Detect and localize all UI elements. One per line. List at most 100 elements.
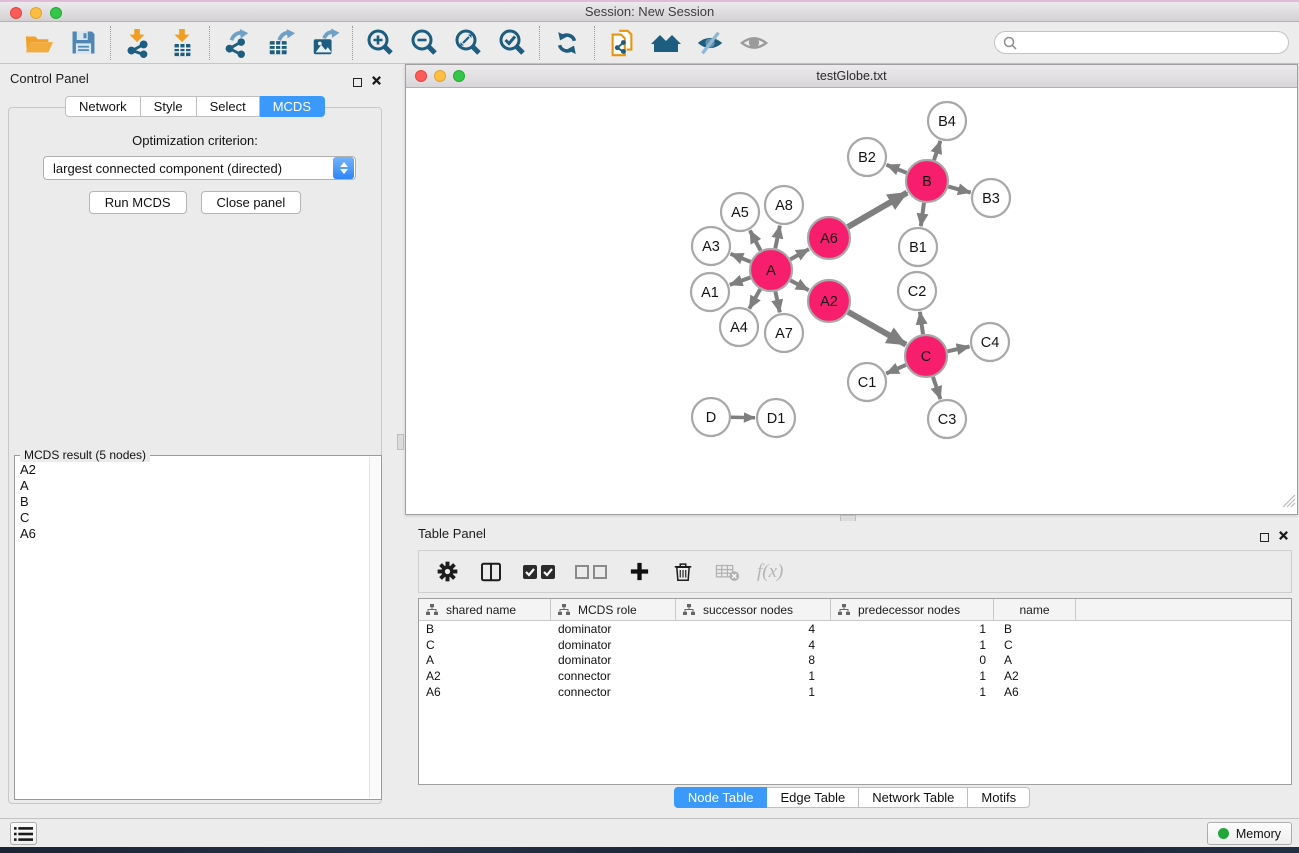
table-cell[interactable]: 4 bbox=[676, 621, 831, 637]
settings-gear-icon[interactable] bbox=[433, 558, 461, 586]
save-session-icon[interactable] bbox=[66, 26, 100, 60]
tab-select[interactable]: Select bbox=[197, 96, 260, 117]
deselect-all-icon[interactable] bbox=[573, 558, 609, 586]
graph-edge-B-B4[interactable] bbox=[934, 141, 940, 160]
vertical-splitter-handle[interactable] bbox=[397, 434, 404, 450]
table-cell[interactable]: 1 bbox=[831, 668, 994, 684]
tab-network[interactable]: Network bbox=[65, 96, 141, 117]
import-table-icon[interactable] bbox=[165, 26, 199, 60]
table-cell[interactable]: 4 bbox=[676, 637, 831, 653]
birds-eye-view-icon[interactable] bbox=[737, 26, 771, 60]
float-panel-icon[interactable] bbox=[1260, 533, 1269, 542]
tab-edge-table[interactable]: Edge Table bbox=[767, 787, 859, 808]
table-row[interactable]: A2connector11A2 bbox=[419, 668, 1291, 684]
table-cell[interactable]: 1 bbox=[676, 668, 831, 684]
table-cell[interactable]: 1 bbox=[831, 621, 994, 637]
table-cell[interactable]: dominator bbox=[551, 637, 676, 653]
table-cell[interactable]: A6 bbox=[419, 684, 551, 700]
graph-edge-C-C2[interactable] bbox=[920, 312, 923, 334]
table-cell[interactable]: 1 bbox=[676, 684, 831, 700]
table-cell[interactable]: A bbox=[419, 652, 551, 668]
mcds-result-item[interactable]: A bbox=[20, 478, 369, 494]
select-all-icon[interactable] bbox=[521, 558, 557, 586]
column-header-name[interactable]: name bbox=[994, 599, 1076, 620]
graph-edge-A-A4[interactable] bbox=[749, 289, 760, 309]
network-graph[interactable]: B4B2BB3A8A5A6A3B1AA1C2A2A4A7C4CC1C3DD1 bbox=[406, 88, 1297, 514]
table-cell[interactable]: 1 bbox=[831, 684, 994, 700]
graph-edge-A-A7[interactable] bbox=[775, 292, 779, 313]
table-cell[interactable]: B bbox=[419, 621, 551, 637]
graph-edge-B-B2[interactable] bbox=[887, 165, 907, 173]
refresh-icon[interactable] bbox=[550, 26, 584, 60]
float-panel-icon[interactable] bbox=[353, 78, 362, 87]
home-icon[interactable] bbox=[649, 26, 683, 60]
tab-style[interactable]: Style bbox=[141, 96, 197, 117]
table-cell[interactable]: connector bbox=[551, 668, 676, 684]
table-cell[interactable]: C bbox=[419, 637, 551, 653]
network-canvas[interactable]: B4B2BB3A8A5A6A3B1AA1C2A2A4A7C4CC1C3DD1 bbox=[406, 88, 1297, 514]
table-row[interactable]: Adominator80A bbox=[419, 652, 1291, 668]
show-columns-icon[interactable] bbox=[477, 558, 505, 586]
network-window-titlebar[interactable]: testGlobe.txt bbox=[406, 65, 1297, 88]
table-cell[interactable]: 1 bbox=[831, 637, 994, 653]
close-panel-icon[interactable] bbox=[371, 73, 382, 91]
column-header-successor-nodes[interactable]: successor nodes bbox=[676, 599, 831, 620]
close-window-button[interactable] bbox=[10, 7, 22, 19]
table-cell[interactable]: C bbox=[994, 637, 1076, 653]
graph-edge-C-C3[interactable] bbox=[933, 377, 940, 399]
tab-mcds[interactable]: MCDS bbox=[260, 96, 325, 117]
graph-edge-A6-B[interactable] bbox=[848, 193, 907, 227]
graph-edge-B-B3[interactable] bbox=[948, 187, 970, 193]
delete-table-icon[interactable] bbox=[713, 558, 741, 586]
column-header-predecessor-nodes[interactable]: predecessor nodes bbox=[831, 599, 994, 620]
maximize-window-button[interactable] bbox=[50, 7, 62, 19]
export-table-icon[interactable] bbox=[264, 26, 298, 60]
mcds-result-item[interactable]: A6 bbox=[20, 526, 369, 542]
mcds-result-item[interactable]: C bbox=[20, 510, 369, 526]
zoom-out-icon[interactable] bbox=[407, 26, 441, 60]
network-maximize-button[interactable] bbox=[453, 70, 465, 82]
resize-grip-icon[interactable] bbox=[1282, 494, 1296, 513]
run-mcds-button[interactable]: Run MCDS bbox=[89, 191, 187, 214]
network-minimize-button[interactable] bbox=[434, 70, 446, 82]
graph-edge-C-C1[interactable] bbox=[886, 365, 906, 374]
window-titlebar[interactable]: Session: New Session bbox=[0, 2, 1299, 22]
mcds-result-scrollbar[interactable] bbox=[369, 457, 380, 798]
mcds-result-item[interactable]: B bbox=[20, 494, 369, 510]
zoom-in-icon[interactable] bbox=[363, 26, 397, 60]
delete-columns-icon[interactable] bbox=[669, 558, 697, 586]
zoom-fit-icon[interactable] bbox=[451, 26, 485, 60]
table-cell[interactable]: A2 bbox=[994, 668, 1076, 684]
column-header-shared-name[interactable]: shared name bbox=[419, 599, 551, 620]
graph-edge-A-A6[interactable] bbox=[790, 249, 809, 259]
graph-edge-A-A2[interactable] bbox=[790, 280, 808, 290]
tab-network-table[interactable]: Network Table bbox=[859, 787, 968, 808]
graph-edge-A-A1[interactable] bbox=[730, 278, 751, 285]
memory-button[interactable]: Memory bbox=[1207, 822, 1292, 845]
close-panel-icon[interactable] bbox=[1278, 528, 1289, 546]
hide-graphics-details-icon[interactable] bbox=[693, 26, 727, 60]
table-cell[interactable]: 0 bbox=[831, 652, 994, 668]
import-network-icon[interactable] bbox=[121, 26, 155, 60]
table-cell[interactable]: B bbox=[994, 621, 1076, 637]
table-cell[interactable]: 8 bbox=[676, 652, 831, 668]
table-cell[interactable]: A2 bbox=[419, 668, 551, 684]
duplicate-network-icon[interactable] bbox=[605, 26, 639, 60]
table-row[interactable]: Cdominator41C bbox=[419, 637, 1291, 653]
table-row[interactable]: A6connector11A6 bbox=[419, 684, 1291, 700]
tab-node-table[interactable]: Node Table bbox=[674, 787, 768, 808]
table-cell[interactable]: connector bbox=[551, 684, 676, 700]
graph-edge-A-A5[interactable] bbox=[750, 231, 761, 251]
export-network-icon[interactable] bbox=[220, 26, 254, 60]
graph-edge-A2-C[interactable] bbox=[848, 312, 906, 345]
minimize-window-button[interactable] bbox=[30, 7, 42, 19]
network-close-button[interactable] bbox=[415, 70, 427, 82]
graph-edge-A-A3[interactable] bbox=[731, 254, 751, 262]
graph-edge-C-C4[interactable] bbox=[948, 347, 970, 352]
table-cell[interactable]: dominator bbox=[551, 621, 676, 637]
tab-motifs[interactable]: Motifs bbox=[968, 787, 1030, 808]
graph-edge-A-A8[interactable] bbox=[775, 226, 780, 249]
column-header-mcds-role[interactable]: MCDS role bbox=[551, 599, 676, 620]
mcds-result-item[interactable]: A2 bbox=[20, 462, 369, 478]
criterion-select[interactable]: largest connected component (directed) bbox=[43, 156, 356, 180]
